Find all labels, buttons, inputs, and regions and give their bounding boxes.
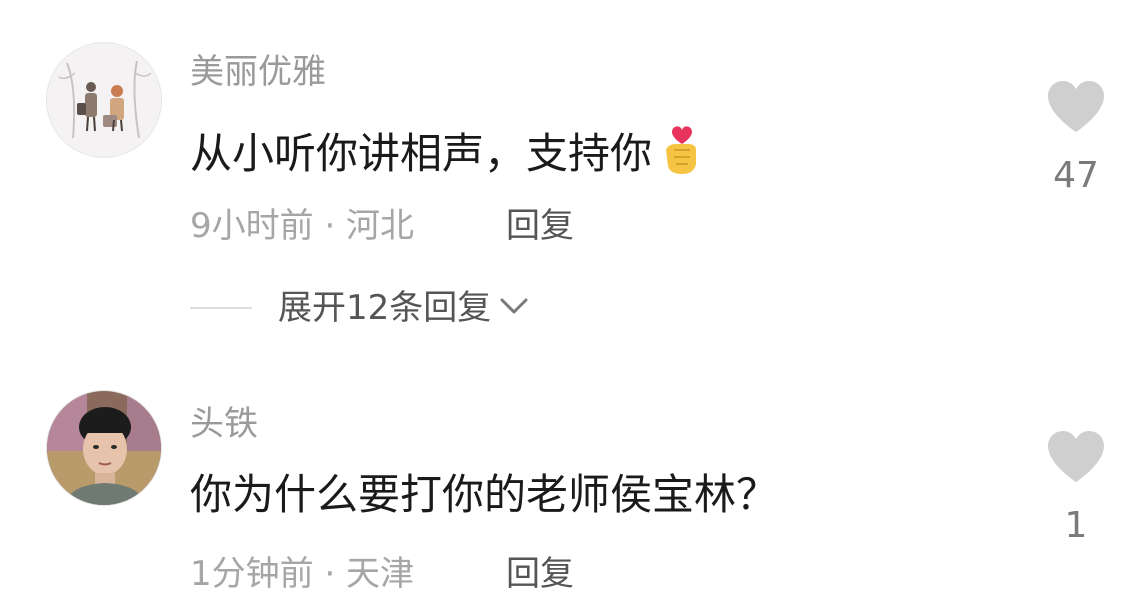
reply-button[interactable]: 回复 — [506, 554, 574, 594]
comment-meta: 1分钟前 · 天津 — [190, 554, 415, 594]
comment-text: 你为什么要打你的老师侯宝林？ — [190, 470, 778, 520]
comment-text-content: 你为什么要打你的老师侯宝林？ — [190, 470, 779, 519]
like-button[interactable]: 1 — [1040, 430, 1112, 546]
like-count: 1 — [1064, 505, 1088, 546]
heart-icon — [1048, 431, 1104, 482]
comment-item: 头铁 你为什么要打你的老师侯宝林？ 1分钟前 · 天津 回复 1 — [0, 0, 1131, 613]
username[interactable]: 头铁 — [190, 404, 258, 444]
avatar[interactable] — [46, 390, 162, 506]
